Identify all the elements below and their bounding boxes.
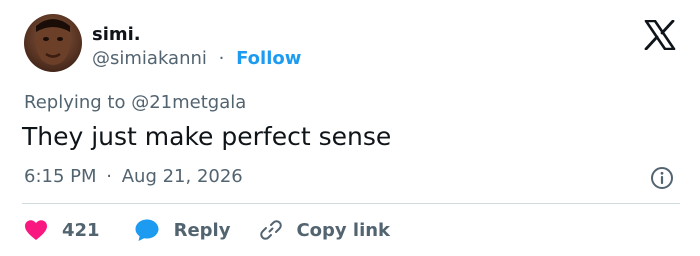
timestamp[interactable]: 6:15 PM · Aug 21, 2026 <box>24 166 243 187</box>
divider <box>22 203 680 204</box>
reply-button[interactable]: Reply <box>134 218 231 242</box>
handle-row: @simiakanni · Follow <box>92 48 301 69</box>
follow-button[interactable]: Follow <box>236 48 301 69</box>
separator-dot: · <box>218 48 225 69</box>
x-logo-icon[interactable] <box>644 19 676 51</box>
reply-label: Reply <box>173 219 231 241</box>
link-icon <box>260 220 283 240</box>
avatar[interactable] <box>24 14 82 72</box>
replying-to: Replying to @21metgala <box>24 92 246 113</box>
action-bar: 421 Reply Copy link <box>24 216 390 244</box>
copy-link-button[interactable]: Copy link <box>260 219 390 241</box>
heart-icon <box>25 220 47 240</box>
like-button[interactable]: 421 <box>24 219 100 241</box>
tweet-text: They just make perfect sense <box>22 122 392 151</box>
info-icon[interactable] <box>650 166 674 190</box>
separator-dot: · <box>106 166 112 187</box>
tweet-date[interactable]: Aug 21, 2026 <box>122 166 243 187</box>
mention-link[interactable]: @21metgala <box>131 92 246 113</box>
author-name[interactable]: simi. <box>92 24 141 45</box>
copy-link-label: Copy link <box>296 219 391 241</box>
replying-to-label: Replying to <box>24 92 126 113</box>
tweet-time[interactable]: 6:15 PM <box>24 166 97 187</box>
speech-bubble-icon <box>135 219 159 241</box>
like-count: 421 <box>62 219 100 241</box>
author-handle[interactable]: @simiakanni <box>92 48 207 69</box>
